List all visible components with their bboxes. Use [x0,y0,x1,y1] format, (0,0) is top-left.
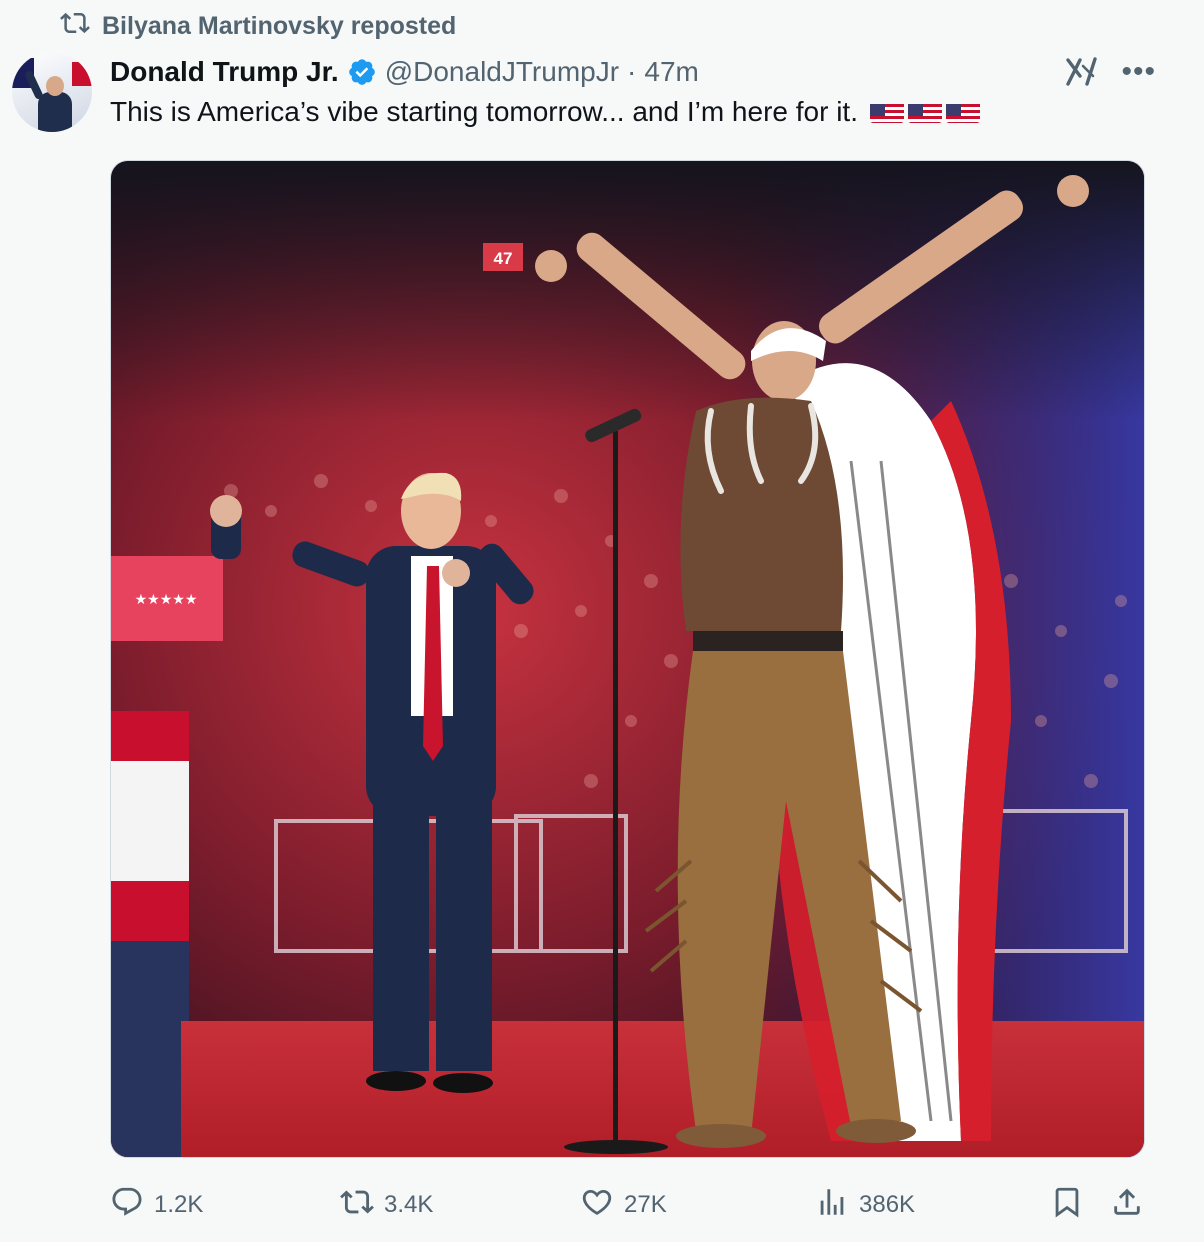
repost-button[interactable]: 3.4K [340,1183,433,1227]
avatar[interactable] [12,52,92,132]
views-count: 386K [859,1191,916,1218]
bookmark-button[interactable] [1050,1183,1084,1227]
svg-text:★★★★★: ★★★★★ [135,592,198,608]
flag-emojis [869,101,980,123]
more-options-icon[interactable]: ••• [1121,57,1156,87]
like-count: 27K [624,1191,667,1218]
tweet-photo[interactable]: ★★★★★ 47 [110,160,1145,1158]
reply-button[interactable]: 1.2K [110,1183,203,1227]
repost-icon [340,1185,374,1226]
views-button[interactable]: 386K [815,1183,915,1227]
repost-indicator[interactable]: Bilyana Martinovsky reposted [60,10,456,42]
reply-count: 1.2K [154,1191,204,1218]
us-flag-icon [907,101,942,123]
repost-count: 3.4K [384,1191,434,1218]
rally-sign-47: 47 [494,249,513,268]
share-button[interactable] [1110,1183,1144,1227]
share-icon [1110,1185,1144,1226]
us-flag-icon [869,101,904,123]
bookmark-icon [1050,1185,1084,1226]
separator-dot: · [627,56,637,87]
author-handle[interactable]: @DonaldJTrumpJr [385,56,619,88]
us-flag-icon [945,101,980,123]
header-actions: ••• [1065,56,1156,88]
verified-badge-icon[interactable] [347,57,377,87]
tweet-time[interactable]: 47m [644,56,698,88]
tweet-body: This is America’s vibe starting tomorrow… [110,96,858,127]
analytics-icon [815,1185,849,1226]
tweet-actions: 1.2K 3.4K 27K 386K [110,1183,1144,1227]
author-name[interactable]: Donald Trump Jr. [110,56,339,88]
rally-photo-illustration: ★★★★★ 47 [111,161,1144,1157]
grok-icon[interactable] [1065,56,1099,88]
tweet-header: Donald Trump Jr. @DonaldJTrumpJr · 47m [110,52,699,92]
reply-icon [110,1185,144,1226]
repost-icon [60,8,90,45]
repost-text: Bilyana Martinovsky reposted [102,11,457,40]
heart-icon [580,1185,614,1226]
like-button[interactable]: 27K [580,1183,667,1227]
tweet-text: This is America’s vibe starting tomorrow… [110,96,980,128]
